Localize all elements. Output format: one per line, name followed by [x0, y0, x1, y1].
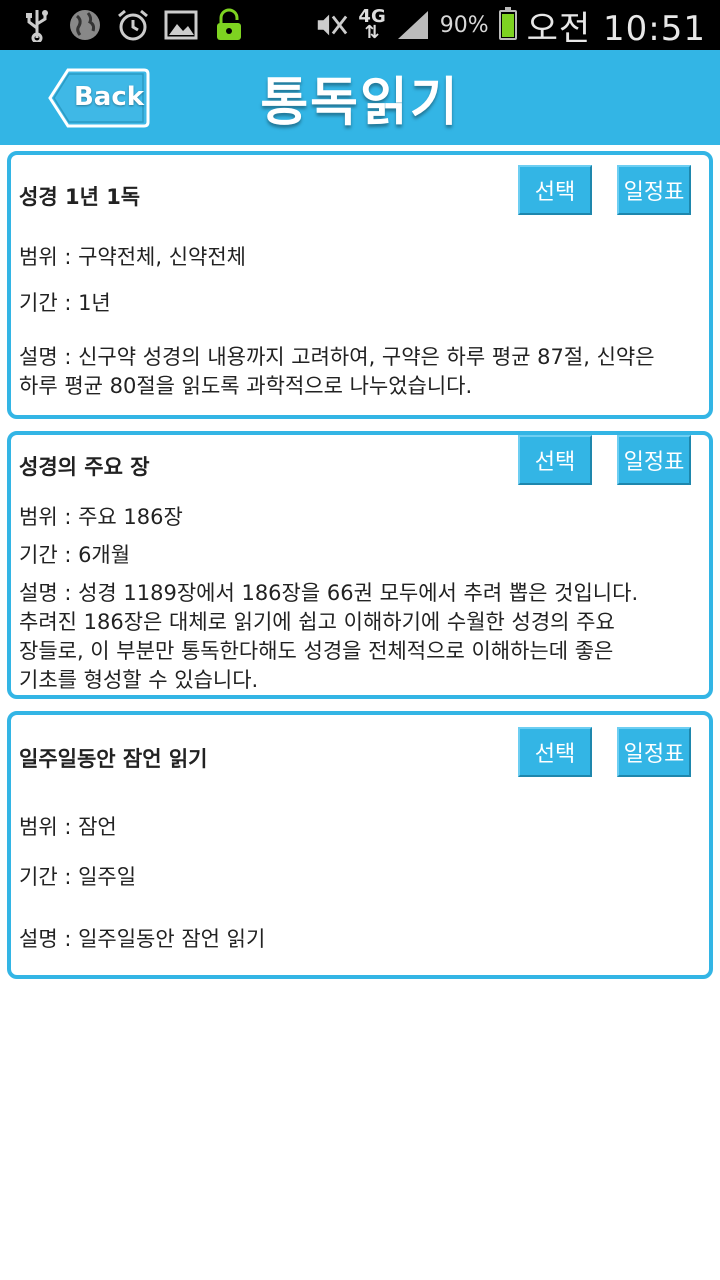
description-line: 추려진 186장은 대체로 읽기에 쉽고 이해하기에 수월한 성경의 주요	[19, 610, 615, 634]
app-header: Back 통독읽기	[0, 50, 720, 145]
plan-range: 범위 : 주요 186장	[19, 505, 183, 529]
lock-icon	[212, 8, 246, 42]
select-button[interactable]: 선택	[518, 727, 592, 777]
plan-title: 성경 1년 1독	[19, 185, 141, 209]
plan-card[interactable]: 일주일동안 잠언 읽기 선택 일정표 범위 : 잠언 기간 : 일주일 설명 :…	[7, 711, 713, 979]
network-indicator: 4G ⇅	[358, 6, 386, 43]
battery-icon	[498, 7, 517, 40]
description-line: 하루 평균 80절을 읽도록 과학적으로 나누었습니다.	[19, 374, 473, 398]
schedule-button[interactable]: 일정표	[617, 727, 691, 777]
plan-card[interactable]: 성경 1년 1독 선택 일정표 범위 : 구약전체, 신약전체 기간 : 1년 …	[7, 151, 713, 419]
plan-range: 범위 : 잠언	[19, 815, 117, 839]
plan-description: 설명 : 신구약 성경의 내용까지 고려하여, 구약은 하루 평균 87절, 신…	[19, 343, 655, 401]
schedule-button[interactable]: 일정표	[617, 435, 691, 485]
globe-icon	[68, 8, 102, 42]
description-line: 기초를 형성할 수 있습니다.	[19, 668, 259, 692]
signal-icon	[396, 8, 430, 42]
plan-period: 기간 : 6개월	[19, 543, 131, 567]
plan-period: 기간 : 일주일	[19, 865, 137, 889]
description-line: 설명 : 신구약 성경의 내용까지 고려하여, 구약은 하루 평균 87절, 신…	[19, 345, 655, 369]
mute-icon	[314, 8, 348, 42]
status-clock: 오전 10:51	[526, 8, 706, 49]
plan-range: 범위 : 구약전체, 신약전체	[19, 245, 246, 269]
status-left-icons	[20, 8, 246, 42]
battery-fill	[501, 13, 514, 37]
status-right-icons: 4G ⇅ 90% 오전 10:51	[314, 1, 706, 50]
description-line: 설명 : 성경 1189장에서 186장을 66권 모두에서 추려 뽑은 것입니…	[19, 581, 639, 605]
alarm-icon	[116, 8, 150, 42]
select-button[interactable]: 선택	[518, 165, 592, 215]
plan-title: 일주일동안 잠언 읽기	[19, 747, 208, 771]
usb-icon	[20, 8, 54, 42]
plan-card[interactable]: 성경의 주요 장 선택 일정표 범위 : 주요 186장 기간 : 6개월 설명…	[7, 431, 713, 699]
schedule-button[interactable]: 일정표	[617, 165, 691, 215]
plan-description: 설명 : 일주일동안 잠언 읽기	[19, 925, 265, 954]
select-button[interactable]: 선택	[518, 435, 592, 485]
plan-list: 성경 1년 1독 선택 일정표 범위 : 구약전체, 신약전체 기간 : 1년 …	[0, 145, 720, 979]
gallery-icon	[164, 8, 198, 42]
page-title: 통독읽기	[260, 73, 460, 133]
plan-period: 기간 : 1년	[19, 291, 111, 315]
battery-percent: 90%	[439, 12, 489, 38]
description-line: 장들로, 이 부분만 통독한다해도 성경을 전체적으로 이해하는데 좋은	[19, 639, 614, 663]
status-bar: 4G ⇅ 90% 오전 10:51	[0, 0, 720, 50]
plan-title: 성경의 주요 장	[19, 455, 150, 479]
description-line: 설명 : 일주일동안 잠언 읽기	[19, 927, 266, 951]
plan-description: 설명 : 성경 1189장에서 186장을 66권 모두에서 추려 뽑은 것입니…	[19, 579, 638, 695]
